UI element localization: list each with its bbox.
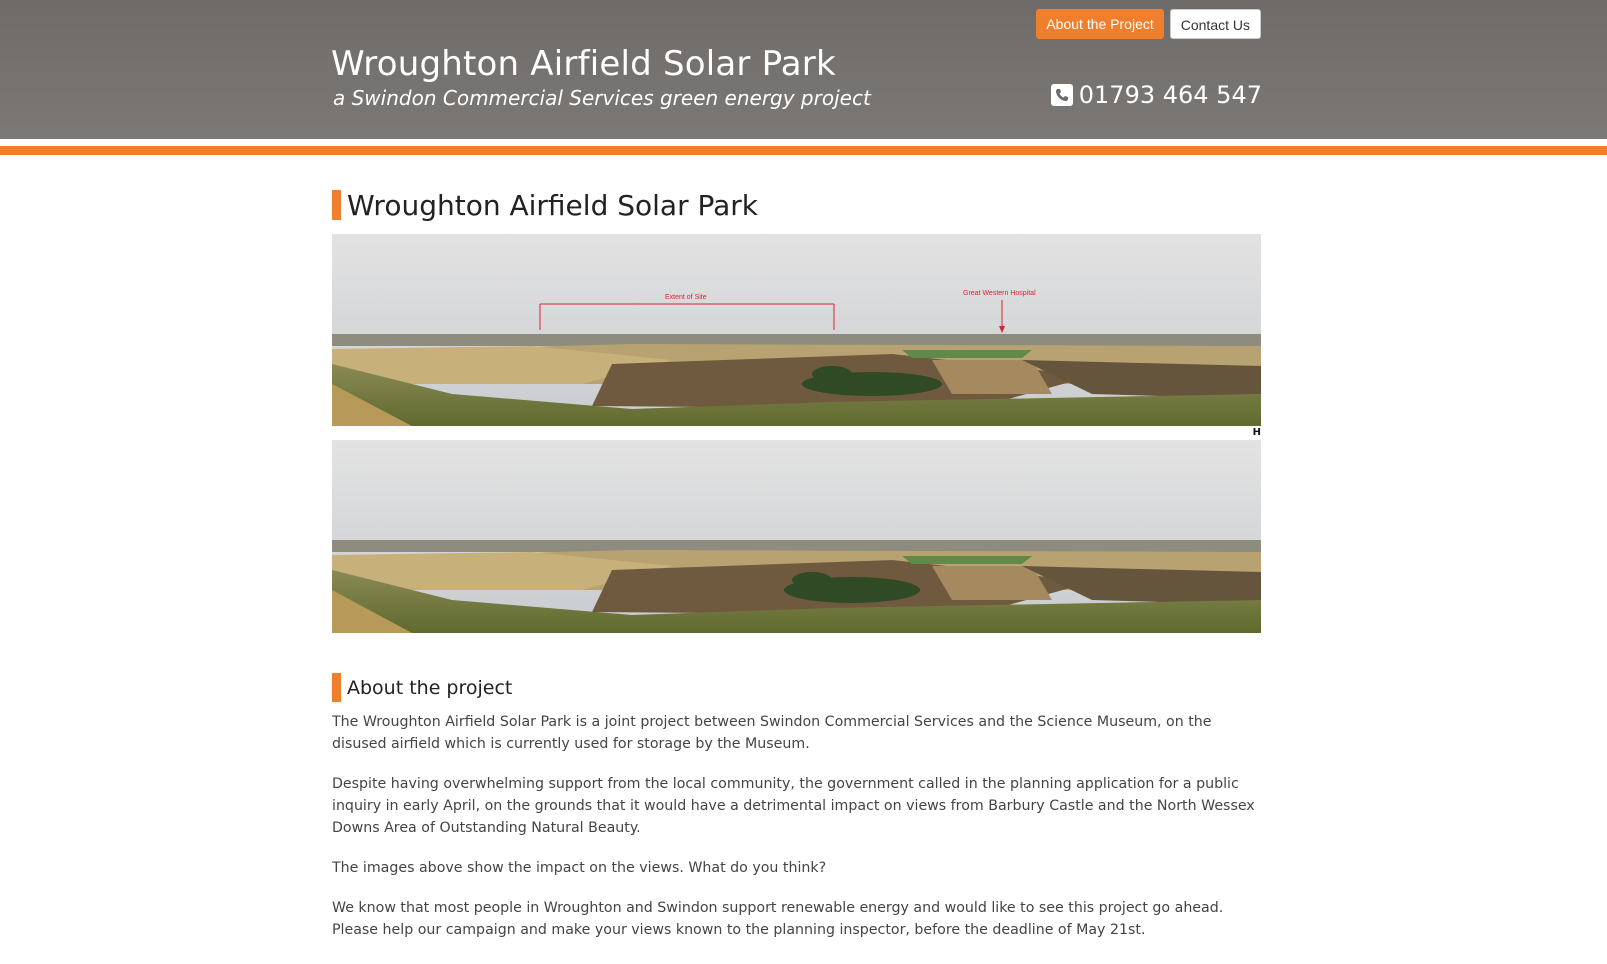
about-heading: About the project [332, 673, 1261, 702]
header-divider [0, 139, 1607, 146]
phone-contact[interactable]: 01793 464 547 [1050, 81, 1262, 109]
header-accent-stripe [0, 146, 1607, 155]
paragraph: Despite having overwhelming support from… [332, 776, 1255, 836]
paragraph: The Wroughton Airfield Solar Park is a j… [332, 714, 1212, 752]
heading-accent-bar [332, 190, 341, 220]
page-title: Wroughton Airfield Solar Park [347, 188, 759, 222]
paragraph: We know that most people in Wroughton an… [332, 900, 1224, 938]
extent-of-site-label: Extent of Site [665, 294, 707, 301]
site-title[interactable]: Wroughton Airfield Solar Park [331, 44, 836, 84]
heading-accent-bar [332, 673, 341, 702]
site-subtitle: a Swindon Commercial Services green ener… [333, 86, 871, 110]
panorama-plain [332, 440, 1261, 633]
panorama-with-site: Extent of Site Great Western Hospital [332, 234, 1261, 426]
great-western-hospital-label: Great Western Hospital [963, 290, 1036, 297]
panorama-corner-label: H [1252, 427, 1261, 438]
about-body: The Wroughton Airfield Solar Park is a j… [332, 711, 1261, 941]
page-heading: Wroughton Airfield Solar Park [332, 188, 1261, 222]
about-project-button[interactable]: About the Project [1036, 9, 1164, 39]
contact-us-button[interactable]: Contact Us [1169, 9, 1261, 39]
phone-number: 01793 464 547 [1078, 81, 1262, 109]
paragraph: The images above show the impact on the … [332, 860, 827, 876]
panorama-image [332, 440, 1261, 633]
panorama-image-annotated [332, 234, 1261, 426]
phone-icon [1050, 84, 1073, 106]
main-content: Wroughton Airfield Solar Park Extent of … [332, 188, 1261, 959]
panorama-gap: H [332, 426, 1261, 440]
about-title: About the project [347, 676, 513, 699]
top-nav: About the Project Contact Us [1036, 9, 1261, 39]
